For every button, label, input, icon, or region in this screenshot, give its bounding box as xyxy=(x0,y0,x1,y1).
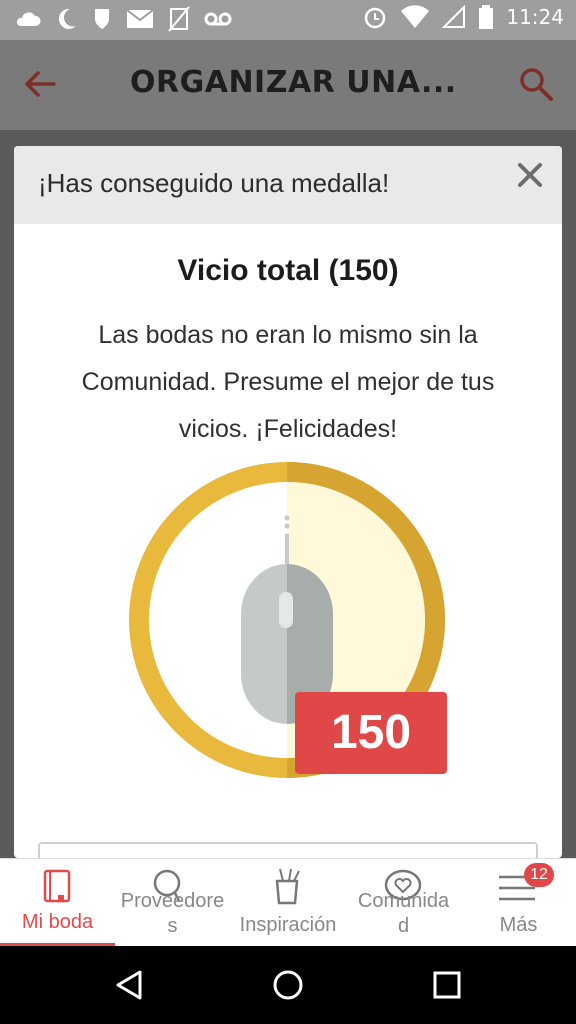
tab-label: Más xyxy=(499,914,538,936)
mail-icon xyxy=(126,9,154,28)
shield-icon xyxy=(95,9,109,29)
close-icon[interactable] xyxy=(510,158,550,198)
medal-description: Las bodas no eran lo mismo sin la Comuni… xyxy=(81,321,495,443)
dialog-action-button[interactable] xyxy=(38,842,538,858)
dialog-title: ¡Has conseguido una medalla! xyxy=(38,168,390,198)
tab-proveedores[interactable]: Proveedore s xyxy=(115,859,230,947)
dialog-header: ¡Has conseguido una medalla! xyxy=(14,146,562,224)
status-icons-right: 11:24 xyxy=(362,4,564,30)
cup-icon xyxy=(275,868,300,905)
close-x-glyph xyxy=(518,163,542,187)
status-icons-left xyxy=(14,6,232,32)
tab-comunidad[interactable]: Comunida d xyxy=(346,859,461,947)
wifi-icon xyxy=(401,5,430,28)
signal-icon xyxy=(442,5,466,28)
cloud-icon xyxy=(16,12,41,26)
medal-count-badge: 150 xyxy=(295,692,447,774)
back-triangle-icon[interactable] xyxy=(112,968,146,1002)
bottom-tab-bar: Mi boda Proveedore s Inspiración Comunid… xyxy=(0,858,576,947)
home-circle-icon[interactable] xyxy=(271,968,305,1002)
tab-mi-boda[interactable]: Mi boda xyxy=(0,859,115,947)
moon-icon xyxy=(58,8,76,29)
app-bar: ORGANIZAR UNA... xyxy=(0,40,576,130)
tab-inspiracion[interactable]: Inspiración xyxy=(230,859,346,947)
tab-label: Mi boda xyxy=(21,911,94,933)
clock: 11:24 xyxy=(506,5,564,29)
battery-icon xyxy=(479,5,494,29)
notification-badge: 12 xyxy=(524,863,554,887)
recents-square-icon[interactable] xyxy=(432,970,462,1000)
arrow-left-icon[interactable] xyxy=(22,64,58,104)
system-nav-bar xyxy=(0,946,576,1024)
tab-label: Inspiración xyxy=(239,914,337,936)
voicemail-icon xyxy=(204,12,232,26)
tab-mas[interactable]: Más xyxy=(461,859,576,947)
tab-label: Proveedore s xyxy=(120,890,225,937)
medal-title: Vicio total (150) xyxy=(177,254,399,287)
search-icon[interactable] xyxy=(518,66,554,102)
status-bar: 11:24 xyxy=(0,0,576,40)
notebook-icon xyxy=(43,869,71,903)
tab-label: Comunida d xyxy=(357,890,450,937)
alarm-icon xyxy=(365,7,386,29)
medal-dialog: ¡Has conseguido una medalla! Vicio total… xyxy=(14,146,562,858)
no-sim-icon xyxy=(168,6,190,32)
page-title: ORGANIZAR UNA... xyxy=(130,65,457,100)
